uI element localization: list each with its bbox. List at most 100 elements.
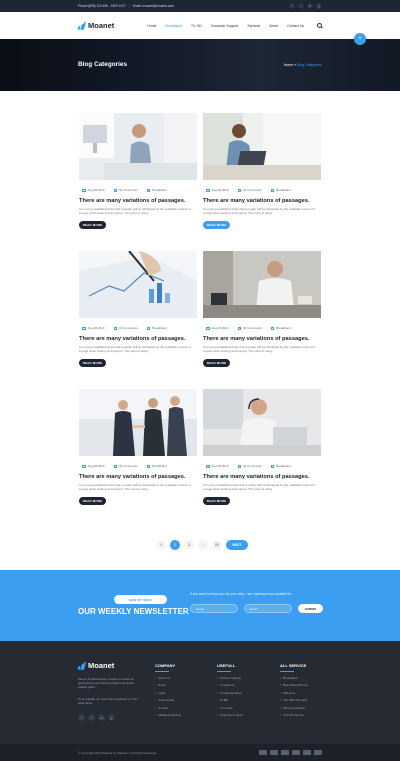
- facebook-icon[interactable]: f: [78, 714, 85, 721]
- nav-home[interactable]: Home: [147, 24, 156, 28]
- post-title[interactable]: There are many variations of passages.: [203, 474, 321, 480]
- blog-image[interactable]: [79, 113, 197, 180]
- footer-link[interactable]: Wifi Zone: [280, 691, 308, 695]
- twitter-icon[interactable]: t: [298, 3, 304, 9]
- read-more-button[interactable]: READ MORE: [79, 497, 106, 506]
- visa-icon: [259, 750, 267, 755]
- read-more-button[interactable]: READ MORE: [203, 359, 230, 368]
- google-icon[interactable]: g: [108, 714, 115, 721]
- footer-link[interactable]: Best Selling Phone: [280, 683, 307, 687]
- linkedin-icon[interactable]: in: [307, 3, 313, 9]
- footer-link[interactable]: Affiliate Programs: [155, 713, 181, 717]
- post-title[interactable]: There are many variations of passages.: [79, 336, 197, 342]
- nav-about[interactable]: About: [269, 24, 278, 28]
- footer-link[interactable]: About Us: [155, 676, 181, 680]
- next-page-button[interactable]: NEXT: [226, 540, 248, 550]
- nav-contact[interactable]: Contact Us: [287, 24, 304, 28]
- logo[interactable]: Moanet: [77, 21, 114, 30]
- blog-image[interactable]: [79, 389, 197, 456]
- post-comments[interactable]: 04 Comments: [113, 326, 138, 330]
- read-more-button[interactable]: READ MORE: [79, 359, 106, 368]
- post-category[interactable]: Broadband: [146, 188, 167, 192]
- name-input[interactable]: Name: [190, 604, 238, 613]
- page-20[interactable]: 20: [212, 540, 222, 550]
- calendar-icon: [206, 188, 210, 192]
- post-category[interactable]: Broadband: [146, 464, 167, 468]
- page-banner: Blog Categories Home » Blog Categories: [0, 39, 400, 91]
- footer-link[interactable]: Contact Us: [217, 683, 243, 687]
- footer-link[interactable]: Testimonials: [155, 698, 181, 702]
- blog-image[interactable]: [79, 251, 197, 318]
- linkedin-icon[interactable]: in: [98, 714, 105, 721]
- blog-image[interactable]: [203, 251, 321, 318]
- breadcrumb-current: Blog Categories: [297, 63, 322, 67]
- page-title: Blog Categories: [78, 61, 128, 68]
- search-icon[interactable]: [317, 23, 322, 28]
- comment-icon: [113, 464, 118, 468]
- discover-icon: [303, 750, 311, 755]
- calendar-icon: [206, 326, 210, 330]
- charts-paperwork-photo: [79, 251, 197, 318]
- post-excerpt: It is a long established fact that a rea…: [203, 207, 315, 216]
- blog-card: Aug 28,2019 04 Comments Broadband There …: [79, 389, 197, 506]
- blog-image[interactable]: [203, 113, 321, 180]
- footer-link[interactable]: Login: [155, 691, 181, 695]
- twitter-icon[interactable]: t: [88, 714, 95, 721]
- footer-logo[interactable]: Moanet: [77, 661, 114, 670]
- post-title[interactable]: There are many variations of passages.: [79, 198, 197, 204]
- comment-icon: [113, 326, 118, 330]
- google-icon[interactable]: g: [316, 3, 322, 9]
- facebook-icon[interactable]: f: [289, 3, 295, 9]
- blog-card: Aug 28,2019 04 Comments Broadband There …: [203, 389, 321, 506]
- blog-card: Aug 28,2019 04 Comments Broadband There …: [203, 113, 321, 230]
- top-social: f t in g: [289, 3, 322, 9]
- footer-link[interactable]: The 30% Off (sale): [280, 698, 308, 702]
- email-input[interactable]: Email: [244, 604, 292, 613]
- footer-link[interactable]: Knowledge Base: [217, 691, 243, 695]
- nav-services[interactable]: Services: [247, 24, 260, 28]
- footer-link[interactable]: FTBB: [217, 698, 243, 702]
- read-more-button[interactable]: READ MORE: [203, 497, 230, 506]
- nav-broadband[interactable]: Broadband: [165, 24, 182, 28]
- footer-link[interactable]: Broadband: [280, 676, 308, 680]
- breadcrumb-home[interactable]: Home: [284, 63, 293, 67]
- page-2[interactable]: 2: [170, 540, 180, 550]
- post-comments[interactable]: 04 Comments: [113, 188, 138, 192]
- submit-button[interactable]: SUBMIT: [298, 604, 323, 613]
- blog-image[interactable]: [203, 389, 321, 456]
- newsletter-section: SIGN UP TODAY OUR WEEKLY NEWSLETTER If y…: [0, 570, 400, 641]
- page-1[interactable]: 1: [156, 540, 166, 550]
- logo-mark-icon: [77, 661, 86, 670]
- footer-link[interactable]: Product Support: [217, 676, 243, 680]
- post-date: Aug 28,2019: [206, 326, 229, 330]
- post-comments[interactable]: 04 Comments: [113, 464, 138, 468]
- footer-link[interactable]: Shipment & Items: [217, 713, 243, 717]
- post-title[interactable]: There are many variations of passages.: [79, 474, 197, 480]
- post-category[interactable]: Broadband: [270, 326, 291, 330]
- post-comments[interactable]: 04 Comments: [237, 188, 262, 192]
- post-date: Aug 28,2019: [82, 464, 105, 468]
- footer-link[interactable]: Smooth Internet: [280, 713, 308, 717]
- nav-tv-hd[interactable]: TV, HD: [191, 24, 202, 28]
- read-more-button[interactable]: READ MORE: [79, 221, 106, 230]
- post-comments[interactable]: 04 Comments: [237, 326, 262, 330]
- post-title[interactable]: There are many variations of passages.: [203, 336, 321, 342]
- folder-icon: [146, 326, 151, 330]
- email-text[interactable]: Email: moanet@moanet.com: [133, 4, 174, 8]
- nav-customer-support[interactable]: Customer Support: [211, 24, 239, 28]
- sign-up-button[interactable]: SIGN UP TODAY: [114, 595, 167, 604]
- post-category[interactable]: Broadband: [146, 326, 167, 330]
- post-excerpt: It is a long established fact that a rea…: [79, 345, 191, 354]
- post-title[interactable]: There are many variations of passages.: [203, 198, 321, 204]
- footer-bottom-bar: © Copyright 2019 Moanet by Webstrot | Al…: [0, 744, 400, 761]
- footer-link[interactable]: Contact: [155, 706, 181, 710]
- footer-link[interactable]: More Connection: [280, 706, 308, 710]
- read-more-button[interactable]: READ MORE: [203, 221, 230, 230]
- page-3[interactable]: 3: [184, 540, 194, 550]
- footer-link[interactable]: Live Chat: [217, 706, 243, 710]
- post-comments[interactable]: 04 Comments: [237, 464, 262, 468]
- float-plus-button[interactable]: +: [354, 33, 366, 45]
- footer-link[interactable]: News: [155, 683, 181, 687]
- post-category[interactable]: Broadband: [270, 464, 291, 468]
- post-category[interactable]: Broadband: [270, 188, 291, 192]
